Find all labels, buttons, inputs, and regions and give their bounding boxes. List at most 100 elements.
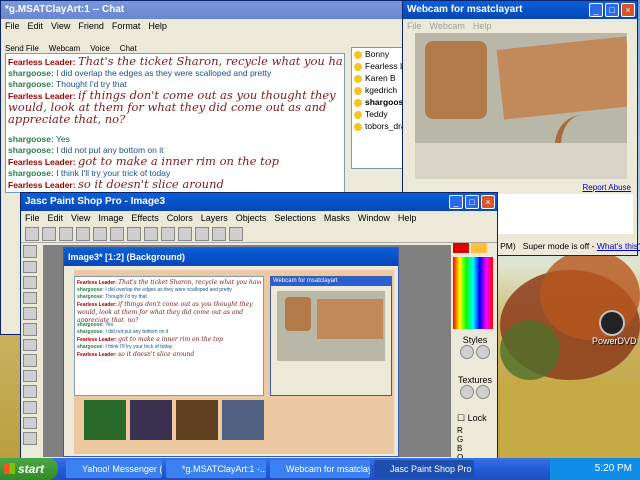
clone-tool-icon[interactable] xyxy=(23,385,37,399)
menu-layers[interactable]: Layers xyxy=(201,211,228,225)
chat-message: shargoose: Thought I'd try that xyxy=(8,79,127,89)
taskbar-item-webcam[interactable]: Webcam for msatclay... xyxy=(270,460,370,478)
cut-icon[interactable] xyxy=(93,227,107,241)
wand-tool-icon[interactable] xyxy=(23,338,37,352)
image-window: Image3* [1:2] (Background) Fearless Lead… xyxy=(63,247,399,457)
taskbar-item-psp[interactable]: Jasc Paint Shop Pro - ... xyxy=(374,460,474,478)
menu-file[interactable]: File xyxy=(25,211,40,225)
whats-this-link[interactable]: What's this? xyxy=(597,241,640,251)
desktop-icon-powerdvd[interactable]: PowerDVD xyxy=(592,310,637,346)
tree-foliage xyxy=(500,320,560,380)
open-icon[interactable] xyxy=(42,227,56,241)
psp-workspace: Image3* [1:2] (Background) Fearless Lead… xyxy=(43,245,451,457)
zoom-icon[interactable] xyxy=(178,227,192,241)
chat-message: Fearless Leader: so it doesn't slice aro… xyxy=(8,179,224,191)
start-button[interactable]: start xyxy=(0,458,58,480)
copy-icon[interactable] xyxy=(110,227,124,241)
chat-history[interactable]: Fearless Leader: That's the ticket Sharo… xyxy=(5,53,345,193)
print-icon[interactable] xyxy=(76,227,90,241)
canvas-webcam-video xyxy=(277,291,385,361)
maximize-icon[interactable]: □ xyxy=(465,195,479,209)
color-picker[interactable] xyxy=(453,257,493,329)
menu-window[interactable]: Window xyxy=(358,211,390,225)
menu-selections[interactable]: Selections xyxy=(274,211,316,225)
menu-friend[interactable]: Friend xyxy=(78,19,104,33)
eraser-tool-icon[interactable] xyxy=(23,401,37,414)
no-style-icon[interactable] xyxy=(460,345,474,359)
smiley-icon xyxy=(354,74,362,83)
menu-edit[interactable]: Edit xyxy=(28,19,44,33)
chat-button[interactable]: Chat xyxy=(120,44,137,53)
chat-message: shargoose: I did not put any bottom on i… xyxy=(8,145,164,155)
menu-edit[interactable]: Edit xyxy=(48,211,64,225)
redo-icon[interactable] xyxy=(161,227,175,241)
smiley-icon xyxy=(354,86,362,95)
menu-help[interactable]: Help xyxy=(148,19,167,33)
background-color[interactable] xyxy=(471,243,487,253)
image-canvas[interactable]: Fearless Leader: That's the ticket Sharo… xyxy=(74,270,394,454)
zoom-tool-icon[interactable] xyxy=(23,260,37,274)
menu-masks[interactable]: Masks xyxy=(324,211,350,225)
webcam-video xyxy=(415,33,627,179)
menu-colors[interactable]: Colors xyxy=(167,211,193,225)
maximize-icon[interactable]: □ xyxy=(605,3,619,17)
grid-icon[interactable] xyxy=(195,227,209,241)
arrow-tool-icon[interactable] xyxy=(23,245,37,258)
menu-format[interactable]: Format xyxy=(112,19,141,33)
no-texture-icon[interactable] xyxy=(476,385,490,399)
lock-checkbox[interactable]: ☐ Lock xyxy=(453,413,497,424)
psp-titlebar[interactable]: Jasc Paint Shop Pro - Image3 xyxy=(21,193,497,211)
minimize-icon[interactable]: _ xyxy=(449,195,463,209)
undo-icon[interactable] xyxy=(144,227,158,241)
color-palette-panel: Styles Textures ☐ Lock R G B O xyxy=(453,243,497,462)
crop-tool-icon[interactable] xyxy=(23,276,37,289)
smiley-icon xyxy=(354,50,362,59)
menu-view[interactable]: View xyxy=(71,211,90,225)
menu-effects[interactable]: Effects xyxy=(131,211,158,225)
webcam-button[interactable]: Webcam xyxy=(49,44,80,53)
save-icon[interactable] xyxy=(59,227,73,241)
brush-tool-icon[interactable] xyxy=(23,369,37,383)
minimize-icon[interactable]: _ xyxy=(589,3,603,17)
webcam-status: 2 PM) Super mode is off - What's this? xyxy=(493,241,640,251)
close-icon[interactable]: × xyxy=(621,3,635,17)
webcam-info-panel xyxy=(493,194,633,234)
no-style-icon[interactable] xyxy=(476,345,490,359)
new-icon[interactable] xyxy=(25,227,39,241)
menu-file[interactable]: File xyxy=(5,19,20,33)
layers-icon[interactable] xyxy=(212,227,226,241)
report-abuse-link[interactable]: Report Abuse xyxy=(583,183,631,192)
lasso-tool-icon[interactable] xyxy=(23,323,37,336)
close-icon[interactable]: × xyxy=(481,195,495,209)
image-title: Image3* [1:2] (Background) xyxy=(68,252,186,262)
menu-image[interactable]: Image xyxy=(98,211,123,225)
desktop-icon-label: PowerDVD xyxy=(592,336,637,346)
menu-view[interactable]: View xyxy=(51,19,70,33)
menu-objects[interactable]: Objects xyxy=(236,211,267,225)
no-texture-icon[interactable] xyxy=(460,385,474,399)
taskbar-item-yahoo[interactable]: Yahoo! Messenger (I... xyxy=(66,460,162,478)
paste-icon[interactable] xyxy=(127,227,141,241)
textures-label: Textures xyxy=(457,375,492,385)
menu-webcam[interactable]: Webcam xyxy=(430,19,465,33)
voice-button[interactable]: Voice xyxy=(90,44,110,53)
help-icon[interactable] xyxy=(229,227,243,241)
fill-tool-icon[interactable] xyxy=(23,416,37,430)
menu-file[interactable]: File xyxy=(407,19,422,33)
image-titlebar[interactable]: Image3* [1:2] (Background) xyxy=(64,248,398,266)
menu-help[interactable]: Help xyxy=(473,19,492,33)
clock[interactable]: 5:20 PM xyxy=(595,463,632,474)
chat-titlebar[interactable]: *g.MSATClayArt:1 -- Chat xyxy=(1,1,411,19)
foreground-color[interactable] xyxy=(453,243,469,253)
send-file-button[interactable]: Send File xyxy=(5,44,39,53)
canvas-chat-copy: Fearless Leader: That's the ticket Sharo… xyxy=(74,276,264,396)
move-tool-icon[interactable] xyxy=(23,291,37,305)
menu-help[interactable]: Help xyxy=(398,211,417,225)
chat-message: shargoose: I did overlap the edges as th… xyxy=(8,68,272,78)
psp-window: Jasc Paint Shop Pro - Image3 _ □ × File … xyxy=(20,192,498,462)
selection-tool-icon[interactable] xyxy=(23,307,37,321)
text-tool-icon[interactable] xyxy=(23,432,37,445)
taskbar-item-chat[interactable]: *g.MSATClayArt:1 -... xyxy=(166,460,266,478)
dropper-tool-icon[interactable] xyxy=(23,354,37,367)
styles-label: Styles xyxy=(462,335,488,345)
